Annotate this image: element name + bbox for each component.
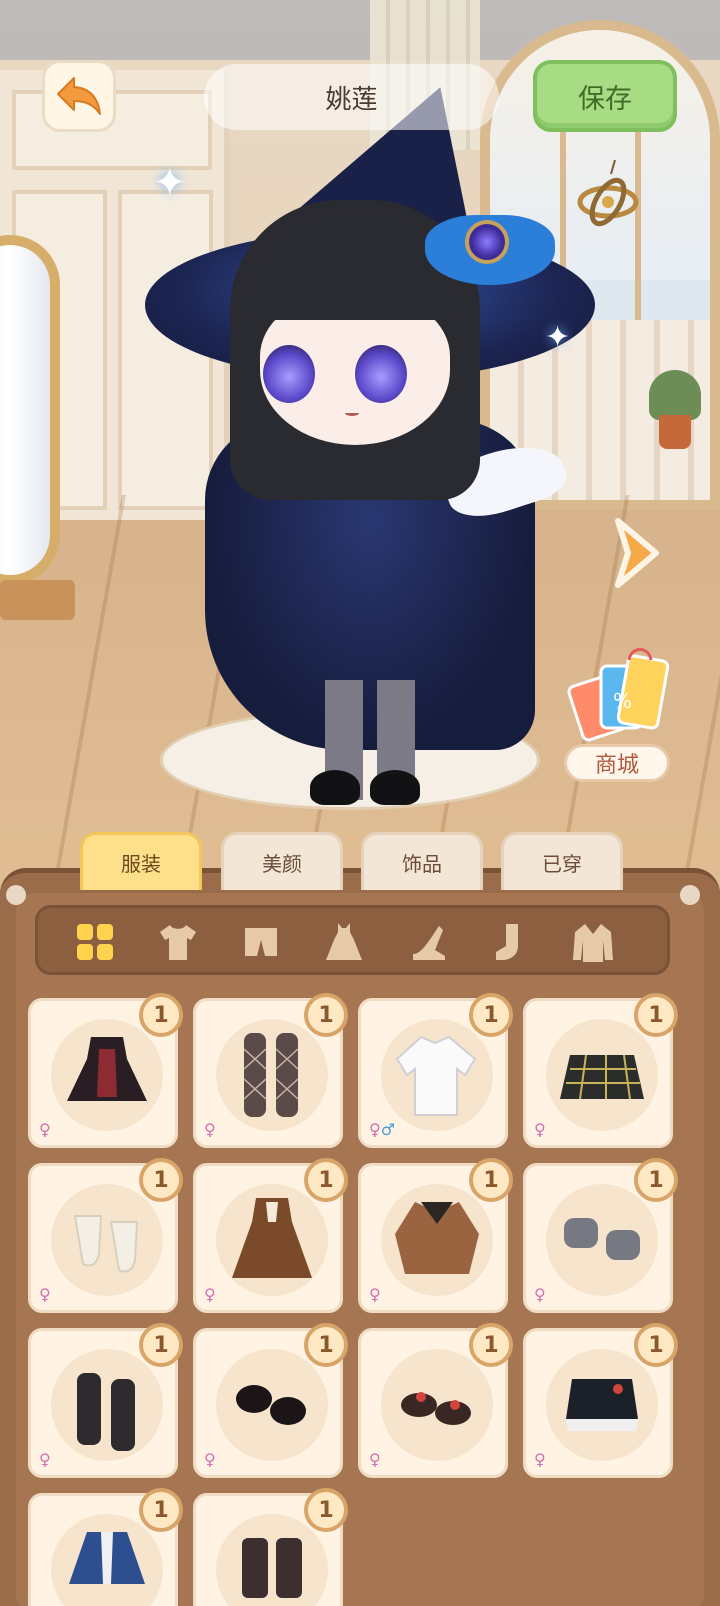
gender-label: ♀ <box>204 1285 216 1304</box>
count-badge: 1 <box>304 1158 348 1202</box>
wardrobe-tabs: 服装 美颜 饰品 已穿 <box>80 832 625 890</box>
save-button[interactable]: 保存 <box>533 60 677 132</box>
left-eye <box>263 345 315 403</box>
item-card[interactable]: 1 ♀ <box>193 1488 348 1606</box>
gender-label: ♀ <box>369 1285 381 1304</box>
category-top[interactable] <box>153 918 203 966</box>
gender-label: ♀ <box>204 1120 216 1139</box>
count-badge: 1 <box>634 1323 678 1367</box>
back-arrow-icon <box>57 77 101 115</box>
tab-accessories[interactable]: 饰品 <box>361 832 483 890</box>
top-icon <box>160 925 196 960</box>
count-badge: 1 <box>634 993 678 1037</box>
shoe-icon <box>413 926 445 960</box>
brown-dress-icon <box>232 1198 312 1278</box>
back-button[interactable] <box>42 60 116 132</box>
brown-jacket-icon <box>395 1202 479 1274</box>
gyroscope-icon[interactable] <box>575 160 641 230</box>
gender-label: ♀♂ <box>369 1120 396 1139</box>
gender-label: ♀ <box>204 1450 216 1469</box>
character-name-field[interactable]: 姚莲 <box>204 64 499 130</box>
gray-boots-icon <box>564 1218 640 1260</box>
bottom-icon <box>245 928 277 956</box>
bow-shoes-icon <box>401 1392 471 1425</box>
svg-text:%: % <box>613 689 632 713</box>
black-shoes-icon <box>236 1385 306 1425</box>
potted-plant <box>649 370 701 450</box>
item-card[interactable]: 1 ♀ <box>358 1323 513 1478</box>
right-shoe <box>370 770 420 805</box>
mouth <box>345 410 359 416</box>
count-badge: 1 <box>304 1323 348 1367</box>
right-eye <box>355 345 407 403</box>
item-card[interactable]: 1 ♀ <box>523 1323 678 1478</box>
item-card[interactable]: 1 ♀ <box>28 1488 183 1606</box>
shop-label: 商城 <box>564 744 670 782</box>
count-badge: 1 <box>139 1158 183 1202</box>
count-badge: 1 <box>469 1158 513 1202</box>
gender-label: ♀ <box>39 1285 51 1304</box>
gender-label: ♀ <box>534 1120 546 1139</box>
category-socks[interactable] <box>485 918 535 966</box>
black-stockings-icon <box>77 1373 135 1451</box>
gender-label: ♀ <box>39 1120 51 1139</box>
count-badge: 1 <box>304 993 348 1037</box>
item-card[interactable]: 1 ♀ <box>193 993 348 1148</box>
tab-clothing[interactable]: 服装 <box>80 832 202 890</box>
next-arrow-icon[interactable] <box>610 513 666 593</box>
gender-label: ♀ <box>39 1450 51 1469</box>
category-bottom[interactable] <box>236 918 286 966</box>
character-avatar[interactable]: ✦ ✦ <box>145 43 595 820</box>
white-shirt-icon <box>395 1035 477 1116</box>
item-card[interactable]: 1 ♀ <box>28 993 183 1148</box>
item-card[interactable]: 1 ♀♂ <box>358 993 513 1148</box>
item-card[interactable]: 1 ♀ <box>523 1158 678 1313</box>
gender-label: ♀ <box>534 1285 546 1304</box>
count-badge: 1 <box>139 993 183 1037</box>
tab-beauty[interactable]: 美颜 <box>221 832 343 890</box>
count-badge: 1 <box>469 1323 513 1367</box>
all-icon <box>77 924 113 960</box>
count-badge: 1 <box>139 1323 183 1367</box>
gender-label: ♀ <box>534 1450 546 1469</box>
character-name: 姚莲 <box>325 84 378 115</box>
shop-button[interactable]: % 商城 <box>560 640 675 785</box>
sock-icon <box>496 924 518 960</box>
item-card[interactable]: 1 ♀ <box>358 1158 513 1313</box>
item-card[interactable]: 1 ♀ <box>523 993 678 1148</box>
shopping-bags-icon: % <box>567 648 670 742</box>
category-bar <box>35 905 670 975</box>
dark-boots-icon <box>242 1538 302 1598</box>
save-label: 保存 <box>578 83 632 115</box>
left-shoe <box>310 770 360 805</box>
sparkle-icon: ✦ <box>153 160 187 206</box>
plaid-skirt-icon <box>560 1054 644 1100</box>
fishnet-stockings-icon <box>243 1033 299 1117</box>
sparkle-icon: ✦ <box>545 320 571 355</box>
tab-worn[interactable]: 已穿 <box>501 832 623 890</box>
count-badge: 1 <box>139 1488 183 1532</box>
crop-top-icon <box>566 1379 638 1431</box>
hat-gem <box>465 220 509 264</box>
item-card[interactable]: 1 ♀ <box>193 1323 348 1478</box>
coat-icon <box>573 924 613 962</box>
count-badge: 1 <box>634 1158 678 1202</box>
dress-icon <box>326 923 362 960</box>
white-socks-icon <box>73 1215 139 1273</box>
item-card[interactable]: 1 ♀ <box>28 1323 183 1478</box>
item-card[interactable]: 1 ♀ <box>193 1158 348 1313</box>
category-shoes[interactable] <box>402 918 452 966</box>
category-coat[interactable] <box>568 918 618 966</box>
gender-label: ♀ <box>369 1450 381 1469</box>
category-dress[interactable] <box>319 918 369 966</box>
gothic-dress-icon <box>67 1037 147 1101</box>
blue-robe-icon <box>69 1532 145 1584</box>
item-card[interactable]: 1 ♀ <box>28 1158 183 1313</box>
count-badge: 1 <box>469 993 513 1037</box>
category-all[interactable] <box>70 918 120 966</box>
count-badge: 1 <box>304 1488 348 1532</box>
